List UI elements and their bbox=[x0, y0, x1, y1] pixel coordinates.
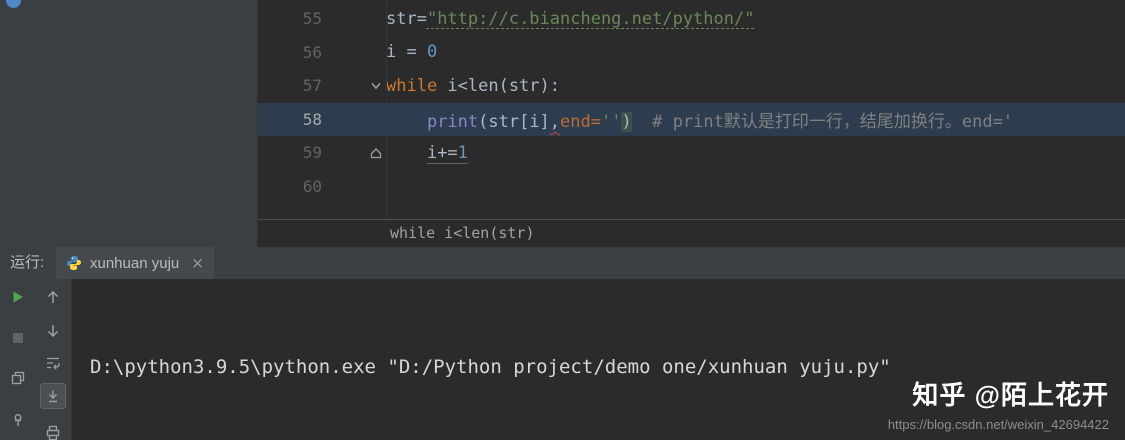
pin-button[interactable] bbox=[7, 409, 29, 431]
code-text: i+=1 bbox=[426, 142, 468, 164]
run-toolbar-header: 运行: xunhuan yuju × bbox=[0, 247, 1125, 279]
restore-layout-button[interactable] bbox=[7, 367, 29, 389]
line-number: 60 bbox=[302, 176, 322, 196]
line-number: 55 bbox=[302, 9, 322, 29]
editor-lines: 55 str="http://c.biancheng.net/python/" 56… bbox=[258, 0, 1125, 203]
context-bar: while i<len(str) bbox=[258, 219, 1125, 247]
line-number: 57 bbox=[302, 76, 322, 96]
print-button[interactable] bbox=[42, 422, 64, 440]
code-text: print(str[i],end='') # print默认是打印一行，结尾加换… bbox=[426, 111, 1014, 132]
editor-line-55[interactable]: 55 str="http://c.biancheng.net/python/" bbox=[258, 2, 1125, 36]
code-editor[interactable]: 55 str="http://c.biancheng.net/python/" 56… bbox=[258, 0, 1125, 219]
watermark-title: 知乎 @陌上花开 bbox=[912, 380, 1109, 410]
project-panel bbox=[0, 0, 258, 247]
code-text: str="http://c.biancheng.net/python/" bbox=[386, 8, 755, 29]
gutter[interactable]: 60 bbox=[258, 170, 386, 204]
python-logo-icon bbox=[66, 255, 82, 271]
gutter-separator bbox=[386, 0, 387, 219]
run-toolbar-right bbox=[35, 279, 72, 440]
watermark: 知乎 @陌上花开 https://blog.csdn.net/weixin_42… bbox=[888, 375, 1109, 432]
gutter[interactable]: 57 bbox=[258, 69, 386, 103]
editor-line-59[interactable]: 59 i+=1 bbox=[258, 136, 1125, 170]
run-console-panel: D:\python3.9.5\python.exe "D:/Python pro… bbox=[0, 279, 1125, 440]
soft-wrap-button[interactable] bbox=[42, 352, 64, 374]
gutter[interactable]: 56 bbox=[258, 36, 386, 70]
gutter[interactable]: 55 bbox=[258, 2, 386, 36]
run-tab[interactable]: xunhuan yuju × bbox=[56, 247, 214, 279]
line-number: 59 bbox=[302, 143, 322, 163]
run-tab-title: xunhuan yuju bbox=[90, 254, 180, 272]
context-bar-text: while i<len(str) bbox=[390, 224, 535, 242]
editor-line-57[interactable]: 57 while i<len(str): bbox=[258, 69, 1125, 103]
code-text: while i<len(str): bbox=[386, 75, 561, 96]
gutter[interactable]: 59 bbox=[258, 136, 386, 170]
rerun-button[interactable] bbox=[7, 286, 29, 308]
editor-line-58[interactable]: 58 print(str[i],end='') # print默认是打印一行，结… bbox=[258, 102, 1125, 137]
fold-start-icon[interactable] bbox=[368, 78, 384, 94]
line-number: 58 bbox=[302, 109, 322, 129]
run-label: 运行: bbox=[10, 254, 45, 271]
editor-line-60[interactable]: 60 bbox=[258, 170, 1125, 204]
gutter[interactable]: 58 bbox=[258, 103, 386, 137]
project-panel-icon[interactable] bbox=[6, 0, 21, 8]
run-toolbar-left bbox=[0, 279, 35, 440]
line-number: 56 bbox=[302, 42, 322, 62]
down-stack-trace-button[interactable] bbox=[42, 320, 64, 342]
editor-line-56[interactable]: 56 i = 0 bbox=[258, 36, 1125, 70]
stop-button[interactable] bbox=[7, 327, 29, 349]
scroll-to-end-button[interactable] bbox=[40, 383, 66, 409]
code-text: i = 0 bbox=[386, 42, 438, 63]
watermark-url: https://blog.csdn.net/weixin_42694422 bbox=[887, 417, 1109, 432]
tab-close-icon[interactable]: × bbox=[191, 255, 204, 271]
up-stack-trace-button[interactable] bbox=[42, 286, 64, 308]
fold-end-icon[interactable] bbox=[368, 145, 384, 161]
